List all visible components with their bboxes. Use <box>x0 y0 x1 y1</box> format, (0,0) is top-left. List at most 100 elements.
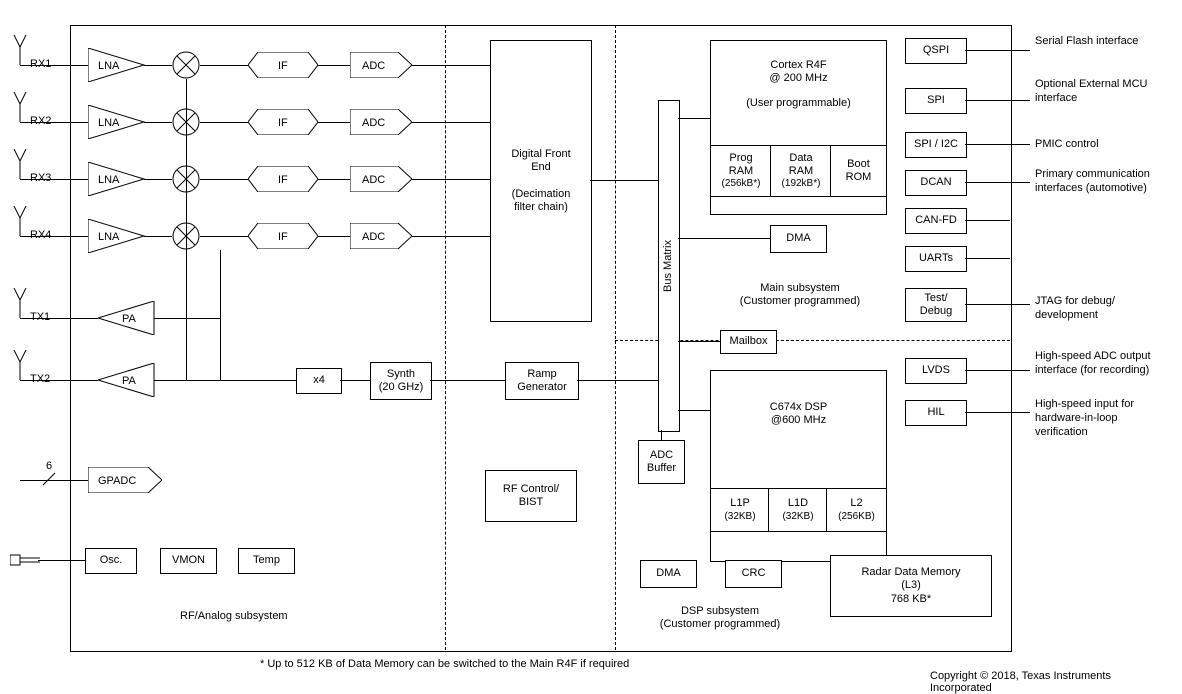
lna-3: LNA <box>88 162 148 196</box>
dcan-label: DCAN <box>920 176 951 189</box>
annot-spi: Optional External MCU interface <box>1035 78 1170 106</box>
mixer-1 <box>172 51 200 79</box>
if-2: IF <box>248 109 318 135</box>
qspi-block: QSPI <box>905 38 967 64</box>
synth-label: Synth <box>387 368 415 381</box>
vmon-block: VMON <box>160 548 217 574</box>
l2-label: (256KB) <box>838 511 875 523</box>
lvds-label: LVDS <box>922 364 950 377</box>
rf-analog-section-label: RF/Analog subsystem <box>180 610 288 623</box>
osc-label: Osc. <box>100 554 123 567</box>
svg-text:IF: IF <box>278 231 288 243</box>
svg-text:PA: PA <box>122 313 137 325</box>
vmon-label: VMON <box>172 554 205 567</box>
mailbox-label: Mailbox <box>730 335 768 348</box>
lna-2: LNA <box>88 105 148 139</box>
dataram-label: Data <box>789 152 812 165</box>
gpadc-count: 6 <box>46 460 52 473</box>
radar-label: (L3) <box>901 579 921 592</box>
dfe-label: Digital Front <box>511 148 570 161</box>
crc-block: CRC <box>725 560 782 588</box>
l1p-label: L1P <box>730 497 750 510</box>
antenna-icon <box>10 35 30 65</box>
l1d-block: L1D (32KB) <box>768 488 828 532</box>
oscillator-input-icon <box>10 550 40 573</box>
divider-1 <box>445 25 446 650</box>
dma-dsp-block: DMA <box>640 560 697 588</box>
dma-dsp-label: DMA <box>656 567 680 580</box>
dataram-label: RAM <box>789 165 813 178</box>
radar-label: Radar Data Memory <box>861 566 960 579</box>
l2-block: L2 (256KB) <box>826 488 887 532</box>
synth-label: (20 GHz) <box>379 381 424 394</box>
svg-text:PA: PA <box>122 375 137 387</box>
svg-text:GPADC: GPADC <box>98 475 136 487</box>
svg-text:IF: IF <box>278 174 288 186</box>
svg-text:ADC: ADC <box>362 60 385 72</box>
gpadc-block: GPADC <box>88 467 162 493</box>
adcbuf-label: ADC <box>650 449 673 462</box>
program-label: (256kB*) <box>722 178 761 190</box>
annot-test: JTAG for debug/ development <box>1035 295 1170 323</box>
if-4: IF <box>248 223 318 249</box>
cortex-label: Cortex R4F <box>770 59 826 72</box>
dfe-label: filter chain) <box>514 201 568 214</box>
osc-block: Osc. <box>85 548 137 574</box>
adc-4: ADC <box>350 223 412 249</box>
bus-matrix-label: Bus Matrix <box>662 240 675 292</box>
x4-block: x4 <box>296 368 342 394</box>
bus-matrix: Bus Matrix <box>658 100 680 432</box>
temp-block: Temp <box>238 548 295 574</box>
dataram-label: (192kB*) <box>782 178 821 190</box>
cortex-label: (User programmable) <box>746 97 851 110</box>
main-subsystem-label: Main subsystem (Customer programmed) <box>730 282 870 308</box>
boot-rom-block: Boot ROM <box>830 145 887 197</box>
svg-text:LNA: LNA <box>98 60 120 72</box>
pa-1: PA <box>98 301 158 335</box>
mailbox-block: Mailbox <box>720 330 777 354</box>
dsp-label: @600 MHz <box>771 414 826 427</box>
dfe-label: End <box>531 161 551 174</box>
program-label: Prog <box>729 152 752 165</box>
svg-text:LNA: LNA <box>98 117 120 129</box>
spi-i2c-block: SPI / I2C <box>905 132 967 158</box>
dfe-block: Digital Front End (Decimation filter cha… <box>490 40 592 322</box>
canfd-block: CAN-FD <box>905 208 967 234</box>
antenna-icon <box>10 206 30 236</box>
block-diagram: RX1 RX2 RX3 RX4 TX1 TX2 LNA LNA LNA LNA <box>10 10 1170 680</box>
cortex-label: @ 200 MHz <box>769 72 827 85</box>
dsp-block: C674x DSP @600 MHz <box>710 370 887 562</box>
canfd-label: CAN-FD <box>915 214 957 227</box>
uarts-label: UARTs <box>919 252 953 265</box>
adc-2: ADC <box>350 109 412 135</box>
adc-buffer-block: ADC Buffer <box>638 440 685 484</box>
svg-text:IF: IF <box>278 60 288 72</box>
dsp-label: C674x DSP <box>770 401 827 414</box>
dma-main-block: DMA <box>770 225 827 253</box>
rfctl-label: BIST <box>519 496 543 509</box>
program-label: RAM <box>729 165 753 178</box>
if-1: IF <box>248 52 318 78</box>
lna-4: LNA <box>88 219 148 253</box>
bootrom-label: ROM <box>846 171 872 184</box>
temp-label: Temp <box>253 554 280 567</box>
l2-label: L2 <box>850 497 862 510</box>
annot-dcan: Primary communication interfaces (automo… <box>1035 168 1170 196</box>
antenna-icon <box>10 288 30 318</box>
svg-text:LNA: LNA <box>98 174 120 186</box>
data-ram-block: Data RAM (192kB*) <box>770 145 832 197</box>
lna-1: LNA <box>88 48 148 82</box>
l1p-label: (32KB) <box>724 511 755 523</box>
if-3: IF <box>248 166 318 192</box>
radar-mem-block: Radar Data Memory (L3) 768 KB* <box>830 555 992 617</box>
svg-text:IF: IF <box>278 117 288 129</box>
annot-qspi: Serial Flash interface <box>1035 35 1138 49</box>
hil-block: HIL <box>905 400 967 426</box>
rfctl-label: RF Control/ <box>503 483 559 496</box>
bootrom-label: Boot <box>847 158 870 171</box>
l1d-label: (32KB) <box>782 511 813 523</box>
spi-block: SPI <box>905 88 967 114</box>
test-label: Debug <box>920 305 952 318</box>
annot-hil: High-speed input for hardware-in-loop ve… <box>1035 398 1170 439</box>
ramp-label: Generator <box>517 381 567 394</box>
